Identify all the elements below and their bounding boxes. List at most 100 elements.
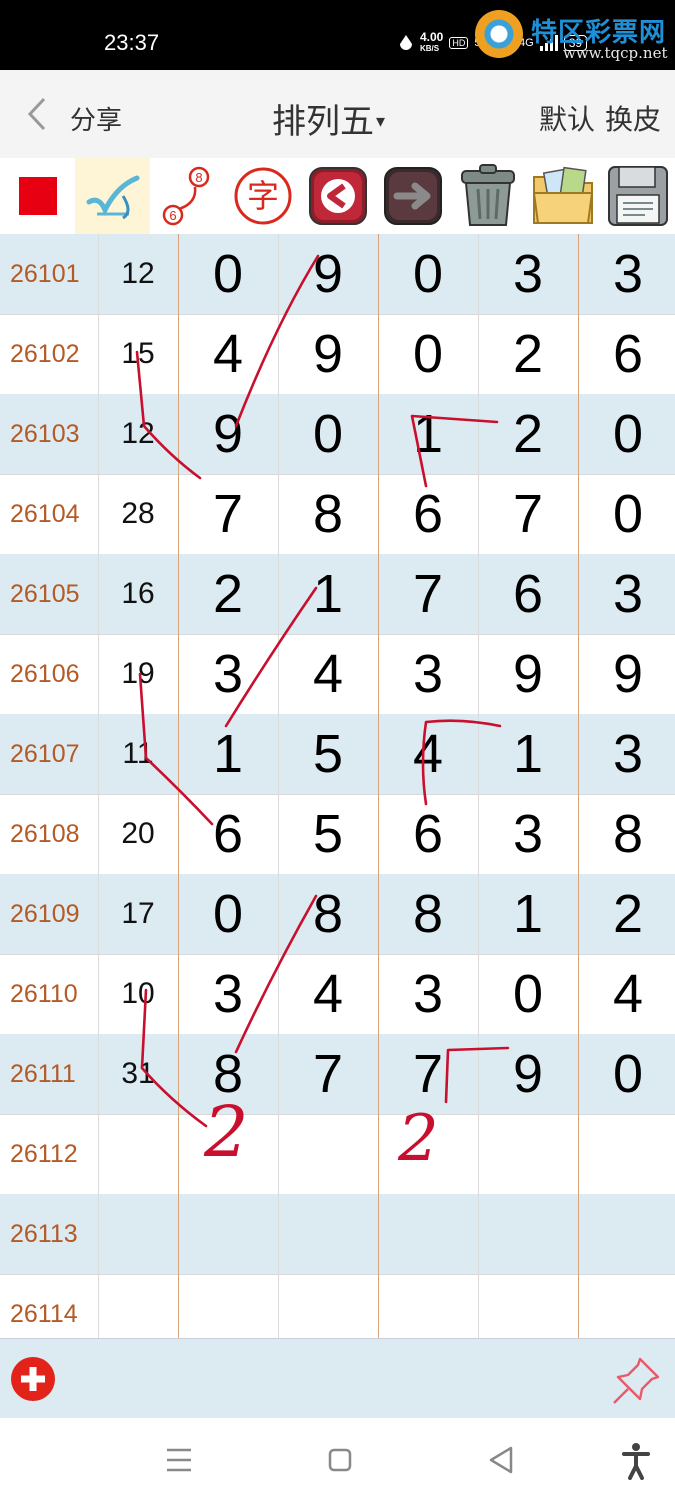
digit-cell-pos3[interactable]: 8 bbox=[378, 874, 478, 954]
table-row[interactable]: 26113 bbox=[0, 1194, 675, 1275]
digit-cell-pos3[interactable] bbox=[378, 1194, 478, 1274]
digit-cell-pos2[interactable]: 0 bbox=[278, 394, 378, 474]
digit-cell-pos4[interactable]: 1 bbox=[478, 714, 578, 794]
share-button[interactable]: 分享 bbox=[70, 100, 122, 137]
digit-cell-pos4[interactable]: 9 bbox=[478, 634, 578, 714]
digit-cell-pos1[interactable]: 8 bbox=[178, 1034, 278, 1114]
table-row[interactable]: 26111 31 8 7 7 9 0 bbox=[0, 1034, 675, 1115]
digit-cell-pos5[interactable] bbox=[578, 1114, 675, 1194]
digit-cell-pos1[interactable]: 3 bbox=[178, 954, 278, 1034]
back-chevron-icon[interactable] bbox=[24, 96, 50, 132]
digit-cell-pos5[interactable]: 3 bbox=[578, 714, 675, 794]
table-row[interactable]: 26104 28 7 8 6 7 0 bbox=[0, 474, 675, 555]
digit-cell-pos2[interactable]: 4 bbox=[278, 634, 378, 714]
digit-cell-pos1[interactable] bbox=[178, 1194, 278, 1274]
digit-cell-pos5[interactable] bbox=[578, 1274, 675, 1338]
digit-cell-pos2[interactable]: 5 bbox=[278, 714, 378, 794]
digit-cell-pos3[interactable]: 6 bbox=[378, 794, 478, 874]
digit-cell-pos1[interactable]: 6 bbox=[178, 794, 278, 874]
digit-cell-pos5[interactable]: 3 bbox=[578, 234, 675, 314]
digit-cell-pos4[interactable]: 9 bbox=[478, 1034, 578, 1114]
digit-cell-pos1[interactable] bbox=[178, 1114, 278, 1194]
clear-button[interactable] bbox=[450, 158, 525, 234]
table-row[interactable]: 26109 17 0 8 8 1 2 bbox=[0, 874, 675, 955]
digit-cell-pos5[interactable]: 3 bbox=[578, 554, 675, 634]
table-row[interactable]: 26105 16 2 1 7 6 3 bbox=[0, 554, 675, 635]
digit-cell-pos2[interactable]: 5 bbox=[278, 794, 378, 874]
digit-cell-pos2[interactable]: 7 bbox=[278, 1034, 378, 1114]
save-button[interactable] bbox=[600, 158, 675, 234]
digit-cell-pos4[interactable]: 2 bbox=[478, 314, 578, 394]
digit-cell-pos5[interactable]: 0 bbox=[578, 394, 675, 474]
digit-cell-pos4[interactable]: 7 bbox=[478, 474, 578, 554]
digit-cell-pos1[interactable]: 1 bbox=[178, 714, 278, 794]
home-icon[interactable] bbox=[320, 1440, 360, 1480]
digit-cell-pos4[interactable]: 1 bbox=[478, 874, 578, 954]
digit-cell-pos1[interactable]: 9 bbox=[178, 394, 278, 474]
table-row[interactable]: 26114 bbox=[0, 1274, 675, 1338]
digit-cell-pos4[interactable] bbox=[478, 1194, 578, 1274]
digit-cell-pos2[interactable] bbox=[278, 1194, 378, 1274]
digit-cell-pos4[interactable]: 0 bbox=[478, 954, 578, 1034]
color-red-button[interactable] bbox=[0, 158, 75, 234]
digit-cell-pos1[interactable]: 2 bbox=[178, 554, 278, 634]
digit-cell-pos4[interactable] bbox=[478, 1114, 578, 1194]
digit-cell-pos3[interactable]: 3 bbox=[378, 634, 478, 714]
table-row[interactable]: 26112 bbox=[0, 1114, 675, 1195]
digit-cell-pos5[interactable]: 9 bbox=[578, 634, 675, 714]
add-icon[interactable] bbox=[10, 1356, 56, 1402]
digit-cell-pos4[interactable]: 6 bbox=[478, 554, 578, 634]
menu-icon[interactable] bbox=[159, 1440, 199, 1480]
table-row[interactable]: 26103 12 9 0 1 2 0 bbox=[0, 394, 675, 475]
table-row[interactable]: 26108 20 6 5 6 3 8 bbox=[0, 794, 675, 875]
digit-cell-pos2[interactable] bbox=[278, 1274, 378, 1338]
digit-cell-pos3[interactable]: 3 bbox=[378, 954, 478, 1034]
digit-cell-pos2[interactable]: 8 bbox=[278, 474, 378, 554]
digit-cell-pos3[interactable]: 0 bbox=[378, 314, 478, 394]
digit-cell-pos3[interactable] bbox=[378, 1114, 478, 1194]
back-icon[interactable] bbox=[481, 1440, 521, 1480]
change-skin-button[interactable]: 换皮 bbox=[605, 98, 661, 138]
digit-cell-pos1[interactable]: 3 bbox=[178, 634, 278, 714]
table-row[interactable]: 26102 15 4 9 0 2 6 bbox=[0, 314, 675, 395]
undo-button[interactable] bbox=[300, 158, 375, 234]
digit-cell-pos4[interactable]: 3 bbox=[478, 234, 578, 314]
number-link-button[interactable]: 8 6 bbox=[150, 158, 225, 234]
digit-cell-pos5[interactable]: 4 bbox=[578, 954, 675, 1034]
digit-cell-pos5[interactable]: 8 bbox=[578, 794, 675, 874]
digit-cell-pos5[interactable]: 0 bbox=[578, 1034, 675, 1114]
table-row[interactable]: 26101 12 0 9 0 3 3 bbox=[0, 234, 675, 315]
digit-cell-pos5[interactable] bbox=[578, 1194, 675, 1274]
digit-cell-pos3[interactable] bbox=[378, 1274, 478, 1338]
digit-cell-pos2[interactable] bbox=[278, 1114, 378, 1194]
digit-cell-pos2[interactable]: 9 bbox=[278, 314, 378, 394]
digit-cell-pos2[interactable]: 4 bbox=[278, 954, 378, 1034]
digit-cell-pos3[interactable]: 6 bbox=[378, 474, 478, 554]
digit-cell-pos1[interactable]: 4 bbox=[178, 314, 278, 394]
digit-cell-pos4[interactable]: 3 bbox=[478, 794, 578, 874]
digit-cell-pos5[interactable]: 6 bbox=[578, 314, 675, 394]
lottery-type-dropdown[interactable]: 排列五 ▾ bbox=[272, 94, 385, 143]
character-mode-button[interactable]: 字 bbox=[225, 158, 300, 234]
digit-cell-pos5[interactable]: 2 bbox=[578, 874, 675, 954]
digit-cell-pos1[interactable]: 0 bbox=[178, 874, 278, 954]
redo-button[interactable] bbox=[375, 158, 450, 234]
digit-cell-pos1[interactable]: 0 bbox=[178, 234, 278, 314]
digit-cell-pos3[interactable]: 1 bbox=[378, 394, 478, 474]
digit-cell-pos3[interactable]: 7 bbox=[378, 554, 478, 634]
digit-cell-pos3[interactable]: 7 bbox=[378, 1034, 478, 1114]
draw-tool-button[interactable] bbox=[75, 158, 150, 234]
digit-cell-pos1[interactable]: 7 bbox=[178, 474, 278, 554]
table-row[interactable]: 26106 19 3 4 3 9 9 bbox=[0, 634, 675, 715]
digit-cell-pos2[interactable]: 8 bbox=[278, 874, 378, 954]
digit-cell-pos3[interactable]: 4 bbox=[378, 714, 478, 794]
digit-cell-pos2[interactable]: 9 bbox=[278, 234, 378, 314]
digit-cell-pos1[interactable] bbox=[178, 1274, 278, 1338]
digit-cell-pos2[interactable]: 1 bbox=[278, 554, 378, 634]
digit-cell-pos5[interactable]: 0 bbox=[578, 474, 675, 554]
pin-icon[interactable] bbox=[610, 1353, 664, 1407]
default-button[interactable]: 默认 bbox=[539, 98, 595, 138]
open-image-button[interactable] bbox=[525, 158, 600, 234]
table-row[interactable]: 26110 10 3 4 3 0 4 bbox=[0, 954, 675, 1035]
digit-cell-pos4[interactable] bbox=[478, 1274, 578, 1338]
